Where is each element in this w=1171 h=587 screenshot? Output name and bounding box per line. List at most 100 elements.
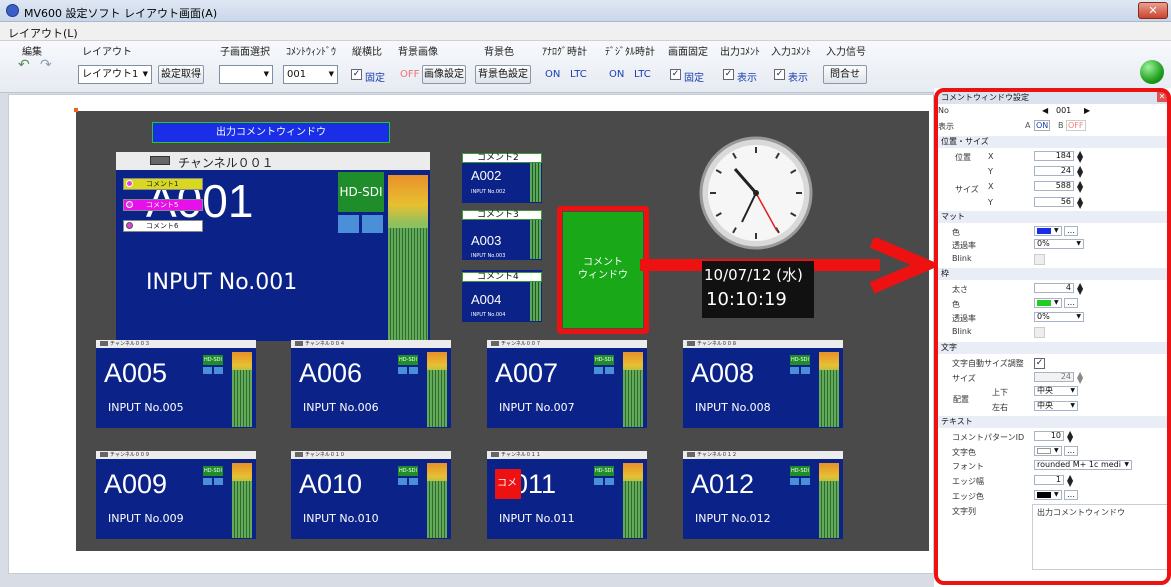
comment6-tag[interactable]: コメント6 (123, 220, 203, 232)
frame-color-select[interactable]: ▼ (1034, 298, 1062, 308)
status-square (203, 478, 212, 485)
text-color-select[interactable]: ▼ (1034, 446, 1062, 456)
matte-color-more-button[interactable]: … (1064, 226, 1078, 236)
frame-blink-label: Blink (952, 327, 972, 336)
aspect-label: 縦横比 (352, 47, 382, 58)
small-comment-tag[interactable]: コメント4 (462, 272, 542, 282)
matte-color-select[interactable]: ▼ (1034, 226, 1062, 236)
menu-layout[interactable]: レイアウト(L) (8, 25, 78, 41)
input-signal-label: 入力信号 (826, 47, 866, 58)
panel-close-icon[interactable]: ✕ (1157, 92, 1167, 102)
channel-icon (100, 452, 108, 457)
font-select[interactable]: rounded M+ 1c medi ▼ (1034, 460, 1132, 470)
frame-color-more-button[interactable]: … (1064, 298, 1078, 308)
matte-blink-checkbox[interactable] (1034, 254, 1045, 265)
hdsdi-badge: HD-SDI (203, 355, 223, 365)
aspect-checkbox[interactable]: ✓ (351, 69, 362, 80)
small-comment-tag[interactable]: コメント2 (462, 153, 542, 163)
channel-name: A006 (299, 358, 363, 388)
undo-icon[interactable]: ↶ (18, 57, 30, 73)
string-textarea[interactable]: 出力コメントウィンドウ (1032, 504, 1168, 570)
size-y-input[interactable]: 56 (1034, 197, 1074, 207)
channel-tile[interactable]: チャンネル００４ A006 INPUT No.006 HD-SDI (291, 340, 451, 428)
text-size-input[interactable]: 24 (1034, 372, 1074, 382)
small-comment-tag[interactable]: コメント3 (462, 210, 542, 220)
redo-icon[interactable]: ↷ (40, 57, 52, 73)
channel-icon (687, 452, 695, 457)
bg-color-settings-button[interactable]: 背景色設定 (475, 65, 531, 84)
output-comment-checkbox[interactable]: ✓ (723, 69, 734, 80)
channel-tile[interactable]: チャンネル００３ A005 INPUT No.005 HD-SDI (96, 340, 256, 428)
comment5-tag[interactable]: コメント5 (123, 199, 203, 211)
vertical-align-select[interactable]: 中央 ▼ (1034, 386, 1078, 396)
edge-color-label: エッジ色 (952, 492, 984, 501)
selection-handle[interactable] (74, 108, 78, 112)
edge-color-select[interactable]: ▼ (1034, 490, 1062, 500)
channel-header: チャンネル００７ (487, 340, 647, 348)
close-button[interactable]: ✕ (1138, 2, 1168, 19)
output-comment-window[interactable]: 出力コメントウィンドウ (152, 122, 390, 143)
main-channel-header-text: チャンネル００１ (178, 156, 274, 170)
display-on-button[interactable]: ON (1034, 120, 1051, 131)
edge-width-input[interactable]: 1 (1034, 475, 1064, 485)
comment1-tag[interactable]: コメント1 (123, 178, 203, 190)
channel-input: INPUT No.012 (695, 512, 771, 525)
spinner-icon[interactable]: ▲ ▼ (1077, 165, 1083, 179)
query-button[interactable]: 問合せ (823, 65, 867, 84)
horizontal-align-select[interactable]: 中央 ▼ (1034, 401, 1078, 411)
spinner-icon[interactable]: ▲ ▼ (1067, 430, 1073, 444)
input-comment-checkbox[interactable]: ✓ (774, 69, 785, 80)
layout-label: レイアウト (82, 47, 132, 58)
frame-color-swatch (1037, 300, 1051, 306)
pos-x-input[interactable]: 184 (1034, 151, 1074, 161)
digital-clock[interactable]: 10/07/12 (水) 10:10:19 (702, 261, 814, 318)
channel-tile[interactable]: チャンネル０１２ A012 INPUT No.012 HD-SDI (683, 451, 843, 539)
no-label: No (938, 106, 949, 115)
size-x-input[interactable]: 588 (1034, 181, 1074, 191)
spinner-icon[interactable]: ▲ ▼ (1077, 180, 1083, 194)
channel-tile[interactable]: チャンネル００８ A008 INPUT No.008 HD-SDI (683, 340, 843, 428)
pattern-id-input[interactable]: 10 (1034, 431, 1064, 441)
frame-blink-checkbox[interactable] (1034, 327, 1045, 338)
layout-select[interactable]: レイアウト1 ▼ (78, 65, 152, 84)
pos-y-input[interactable]: 24 (1034, 166, 1074, 176)
digital-clock-ltc[interactable]: LTC (634, 69, 651, 80)
spinner-icon[interactable]: ▲ ▼ (1077, 196, 1083, 210)
get-settings-button[interactable]: 設定取得 (158, 65, 204, 84)
spinner-icon[interactable]: ▲ ▼ (1077, 371, 1083, 385)
analog-clock-on[interactable]: ON (545, 69, 560, 80)
small-audio-meter (530, 282, 541, 321)
digital-clock-date: 10/07/12 (水) (704, 266, 803, 284)
string-label: 文字列 (952, 507, 976, 516)
spinner-icon[interactable]: ▲ ▼ (1067, 474, 1073, 488)
channel-tile[interactable]: チャンネル０１０ A010 INPUT No.010 HD-SDI (291, 451, 451, 539)
matte-blink-label: Blink (952, 254, 972, 263)
comment-window-marker[interactable]: コメ (495, 469, 521, 499)
subscreen-select[interactable]: ▼ (219, 65, 273, 84)
matte-transparency-select[interactable]: 0% ▼ (1034, 239, 1084, 249)
bg-image-off[interactable]: OFF (400, 69, 419, 80)
main-hdsdi-badge: HD-SDI (338, 172, 384, 212)
auto-size-checkbox[interactable]: ✓ (1034, 358, 1045, 369)
edge-color-more-button[interactable]: … (1064, 490, 1078, 500)
frame-thickness-input[interactable]: 4 (1034, 283, 1074, 293)
channel-tile[interactable]: チャンネル００９ A009 INPUT No.009 HD-SDI (96, 451, 256, 539)
digital-clock-on[interactable]: ON (609, 69, 624, 80)
comment-window-box[interactable]: コメント ウィンドウ (563, 212, 643, 328)
image-settings-button[interactable]: 画像設定 (422, 65, 466, 84)
analog-clock-icon[interactable] (697, 134, 815, 252)
screen-lock-checkbox[interactable]: ✓ (670, 69, 681, 80)
prev-arrow-icon[interactable]: ◀ (1042, 106, 1048, 115)
spinner-icon[interactable]: ▲ ▼ (1077, 150, 1083, 164)
spinner-icon[interactable]: ▲ ▼ (1077, 282, 1083, 296)
channel-name: A005 (104, 358, 168, 388)
next-arrow-icon[interactable]: ▶ (1084, 106, 1090, 115)
text-color-more-button[interactable]: … (1064, 446, 1078, 456)
analog-clock-ltc[interactable]: LTC (570, 69, 587, 80)
display-off-button[interactable]: OFF (1066, 120, 1086, 131)
comment-window-select[interactable]: 001 ▼ (283, 65, 338, 84)
frame-transparency-select[interactable]: 0% ▼ (1034, 312, 1084, 322)
channel-input: INPUT No.006 (303, 401, 379, 414)
channel-tile[interactable]: チャンネル００７ A007 INPUT No.007 HD-SDI (487, 340, 647, 428)
section-pos-size: 位置・サイズ (938, 136, 1168, 148)
